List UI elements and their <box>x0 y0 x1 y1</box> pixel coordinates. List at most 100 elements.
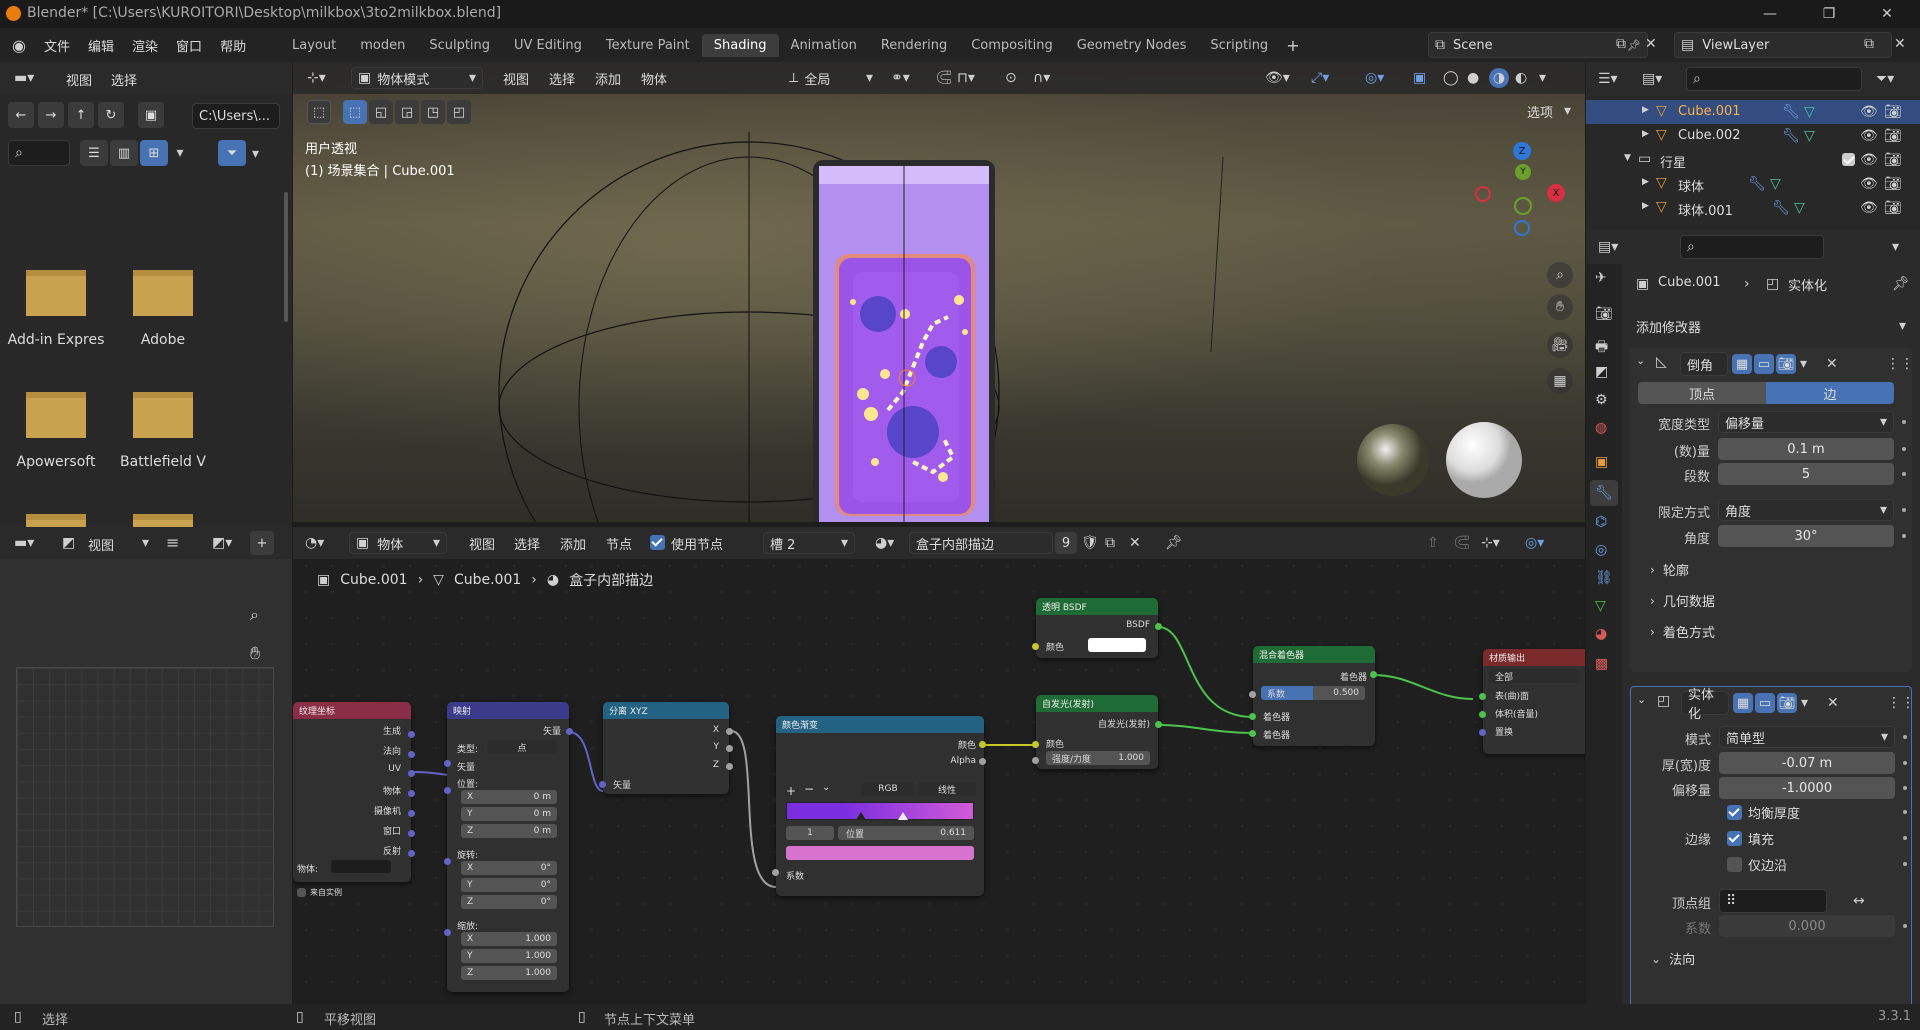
render-toggle-icon[interactable]: 📷︎ <box>1777 693 1797 713</box>
scale-z-field[interactable]: Z 1.000 <box>461 966 557 980</box>
pin-icon[interactable]: 📌︎ <box>1627 39 1641 52</box>
expand-arrow-icon[interactable]: ▶ <box>1642 201 1649 211</box>
solidify-mode-dropdown[interactable]: 简单型 ▾ <box>1719 726 1895 748</box>
node-mapping[interactable]: 映射 矢量 类型: 点 矢量 位置: X0 m Y0 m Z0 m 旋转: X0… <box>447 702 569 992</box>
gizmo-neg-z-icon[interactable] <box>1514 220 1530 236</box>
rim-fill-row[interactable]: 填充 <box>1727 829 1774 848</box>
render-camera-icon[interactable]: 📷︎ <box>1884 128 1902 144</box>
invert-icon[interactable]: ↔ <box>1853 893 1865 909</box>
gizmo-x-icon[interactable]: X <box>1547 184 1565 202</box>
ramp-color-mode[interactable]: RGB <box>862 782 914 796</box>
hamburger-icon[interactable]: ≡ <box>166 533 179 552</box>
delete-viewlayer-icon[interactable]: ✕ <box>1894 36 1906 52</box>
affect-vertices-tab[interactable]: 顶点 <box>1638 382 1766 404</box>
node-color-ramp[interactable]: 颜色渐变 颜色 Alpha + − ⌄ RGB 线性 1 位置 0.611 系数 <box>776 716 984 896</box>
ie-menu-view[interactable]: 视图 <box>88 535 114 554</box>
node-mix-shader[interactable]: 混合着色器 着色器 系数 0.500 着色器 着色器 <box>1253 646 1375 746</box>
filter-chevron-icon[interactable]: ▾ <box>252 146 259 162</box>
gizmo-neg-x-icon[interactable] <box>1475 186 1491 202</box>
tab-scripting[interactable]: Scripting <box>1198 38 1280 53</box>
ramp-menu-icon[interactable]: ⌄ <box>822 782 830 793</box>
fb-menu-view[interactable]: 视图 <box>66 70 92 89</box>
thumbnails-icon[interactable]: ⊞ <box>140 140 168 166</box>
add-workspace-icon[interactable]: + <box>1280 36 1305 55</box>
render-camera-icon[interactable]: 📷︎ <box>1884 104 1902 120</box>
chevron-down-icon[interactable]: ▾ <box>142 535 149 551</box>
filter-icon[interactable]: ⏷▾ <box>1876 71 1894 87</box>
viewport[interactable]: ⊹▾ ▣ 物体模式 ▾ 视图 选择 添加 物体 ⟂ 全局 ▾ ⚭▾ 🧲︎ ⊓▾ … <box>293 62 1585 522</box>
world-tab-icon[interactable]: ◍ <box>1595 420 1607 436</box>
outliner-row[interactable]: ▶ ▽ Cube.001 🔧︎ ▽ 👁︎ 📷︎ <box>1586 100 1920 124</box>
new-viewlayer-icon[interactable]: ⧉ <box>1864 36 1874 52</box>
outliner-search-input[interactable]: ⌕ <box>1686 67 1862 91</box>
vertex-group-field[interactable]: ⠿ <box>1719 889 1827 913</box>
editor-type-icon[interactable]: ☰▾ <box>1598 71 1618 87</box>
node-transparent-bsdf[interactable]: 透明 BSDF BSDF 颜色 <box>1036 598 1158 658</box>
modifier-tab-icon[interactable]: 🔧︎ <box>1590 480 1618 506</box>
new-image-icon[interactable]: + <box>250 531 274 555</box>
tab-rendering[interactable]: Rendering <box>869 38 959 53</box>
tab-moden[interactable]: moden <box>348 38 417 53</box>
delete-scene-icon[interactable]: ✕ <box>1645 36 1657 52</box>
menu-window[interactable]: 窗口 <box>176 36 202 55</box>
chevron-down-icon[interactable]: ▾ <box>170 140 190 166</box>
visibility-icon[interactable]: 👁︎ <box>1860 104 1878 120</box>
gizmo-y-icon[interactable]: Y <box>1515 164 1531 180</box>
mapping-type-dropdown[interactable]: 点 <box>487 740 557 754</box>
add-stop-icon[interactable]: + <box>786 784 796 798</box>
rot-y-field[interactable]: Y 0° <box>461 878 557 892</box>
render-camera-icon[interactable]: 📷︎ <box>1884 176 1902 192</box>
factor-field[interactable]: 0.000 <box>1719 915 1895 937</box>
render-camera-icon[interactable]: 📷︎ <box>1884 152 1902 168</box>
ortho-toggle-icon[interactable]: ▦ <box>1547 368 1573 394</box>
modifier-icon[interactable]: 🔧︎ <box>1748 176 1766 192</box>
folder-item[interactable]: Apowersoft <box>6 392 106 482</box>
chevron-down-icon[interactable]: ▾ <box>1801 695 1808 711</box>
tab-shading[interactable]: Shading <box>701 33 779 57</box>
even-thickness-checkbox[interactable] <box>1727 805 1742 820</box>
material-tab-icon[interactable]: ◕ <box>1595 626 1607 642</box>
image-mode-icon[interactable]: ◩ <box>62 535 75 551</box>
properties-search-input[interactable]: ⌕ <box>1680 235 1824 259</box>
viewport-toggle-icon[interactable]: ▭ <box>1755 693 1775 713</box>
outliner-row[interactable]: ▼ ▭ 行星 👁︎ 📷︎ <box>1586 148 1920 172</box>
display-mode-icon[interactable]: ▤▾ <box>1642 71 1662 87</box>
folder-item[interactable]: Add-in Expres <box>6 270 106 360</box>
parent-dir-icon[interactable]: ↑ <box>68 102 94 128</box>
editor-type-icon[interactable]: ▬▾ <box>14 70 34 86</box>
bevel-segments-field[interactable]: 5 <box>1718 463 1894 485</box>
forward-icon[interactable]: → <box>38 102 64 128</box>
collection-include-checkbox[interactable] <box>1842 153 1855 166</box>
solidify-name-field[interactable]: 实体化 <box>1681 688 1729 722</box>
mix-factor-field[interactable]: 系数 0.500 <box>1261 686 1365 700</box>
expand-arrow-icon[interactable]: ▶ <box>1642 105 1649 115</box>
object-field[interactable] <box>331 860 391 873</box>
remove-stop-icon[interactable]: − <box>804 782 814 796</box>
node-texture-coordinate[interactable]: 纹理坐标 生成 法向 UV 物体 摄像机 窗口 反射 物体: <box>293 702 411 882</box>
node-separate-xyz[interactable]: 分离 XYZ X Y Z 矢量 <box>603 702 729 794</box>
only-rim-checkbox[interactable] <box>1727 857 1742 872</box>
object-tab-icon[interactable]: ▣ <box>1595 454 1608 470</box>
ramp-gradient[interactable] <box>786 802 974 820</box>
subpanel-shading[interactable]: › 着色方式 <box>1650 622 1715 642</box>
render-camera-icon[interactable]: 📷︎ <box>1884 200 1902 216</box>
ramp-stop-0[interactable] <box>856 812 866 820</box>
view-layer-tab-icon[interactable]: ◩ <box>1595 364 1608 380</box>
zoom-view-icon[interactable]: ⌕ <box>1547 262 1573 288</box>
mesh-data-icon[interactable]: ▽ <box>1804 128 1815 144</box>
chevron-down-icon[interactable]: ▾ <box>1800 356 1807 372</box>
folder-item[interactable]: Adobe <box>113 270 213 360</box>
menu-render[interactable]: 渲染 <box>132 36 158 55</box>
output-tab-icon[interactable]: 🖶︎ <box>1595 336 1608 360</box>
new-folder-icon[interactable]: ▣ <box>138 102 164 128</box>
bevel-name-field[interactable]: 倒角 <box>1680 352 1728 376</box>
tab-uv-editing[interactable]: UV Editing <box>502 38 594 53</box>
offset-field[interactable]: -1.0000 <box>1719 777 1895 799</box>
blender-menu-icon[interactable]: ◉ <box>8 35 30 55</box>
ramp-stop-color[interactable] <box>786 846 974 860</box>
scene-selector[interactable]: ⧉ Scene 📌︎ <box>1428 32 1648 58</box>
refresh-icon[interactable]: ↻ <box>98 102 124 128</box>
render-tab-icon[interactable]: 📷︎ <box>1595 306 1613 322</box>
loc-y-field[interactable]: Y0 m <box>461 807 557 821</box>
ramp-stop-1[interactable] <box>898 812 908 820</box>
